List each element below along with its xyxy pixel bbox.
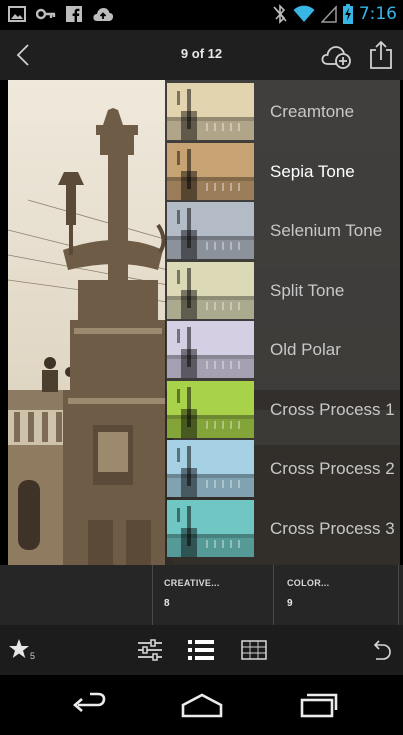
presets-list-icon[interactable] [188,639,214,661]
rating-count: 5 [30,651,36,661]
preset-thumbnail [167,261,254,319]
preset-list: Creamtone Sepia Tone Selenium Tone Split To… [165,80,400,565]
preset-item[interactable]: Cross Process 2 [165,439,400,498]
category-name: COLOR... [287,578,330,588]
preset-label: Cross Process 2 [270,459,395,478]
wifi-icon [293,5,315,22]
preset-thumbnail [167,142,254,200]
preset-label: Selenium Tone [270,221,383,240]
nav-recents-icon[interactable] [298,692,338,718]
adjustments-icon[interactable] [137,639,163,661]
preset-thumbnail [167,499,254,557]
category-color[interactable]: COLOR... 9 [273,565,398,625]
top-bar: 9 of 12 [0,30,403,80]
system-nav-bar [0,675,403,735]
preset-item[interactable]: Cross Process 1 [165,380,400,439]
preset-thumbnail [167,202,254,259]
preset-item[interactable]: Cross Process 3 [165,499,400,558]
bottom-toolbar: 5 [0,625,403,675]
connection-icon [36,8,56,20]
share-icon[interactable] [368,40,394,70]
preset-item[interactable]: Sepia Tone [165,142,400,201]
crop-icon[interactable] [240,639,268,661]
category-count: 9 [287,598,293,609]
category-divider [398,565,399,625]
cloud-add-icon[interactable] [320,43,352,69]
signal-icon [320,5,337,23]
bluetooth-off-icon [273,4,287,24]
star-icon[interactable] [8,638,30,660]
nav-home-icon[interactable] [180,692,224,718]
preset-item[interactable]: Selenium Tone [165,201,400,260]
preset-label: Old Polar [270,340,341,359]
undo-icon[interactable] [370,639,392,661]
battery-charging-icon [342,4,353,24]
preset-thumbnail [167,321,254,378]
preset-thumbnail [167,380,254,438]
preset-label: Cross Process 1 [270,399,395,419]
cloud-upload-icon [93,8,114,21]
preset-label: Creamtone [270,102,355,121]
preset-label: Cross Process 3 [270,518,395,538]
preset-thumbnail [167,440,254,497]
status-bar: 7:16 [0,0,403,30]
image-icon [8,6,26,22]
preset-item[interactable]: Split Tone [165,261,400,320]
preset-label: Split Tone [270,280,345,300]
category-count: 8 [164,598,170,609]
preset-item[interactable]: Old Polar [165,320,400,379]
category-bar: CREATIVE... 8 COLOR... 9 [0,565,403,625]
clock: 7:16 [358,4,397,24]
preset-label: Sepia Tone [270,161,355,181]
nav-back-icon[interactable] [68,692,108,718]
facebook-icon [66,6,82,22]
category-creative[interactable]: CREATIVE... 8 [152,565,273,625]
category-name: CREATIVE... [164,578,220,588]
preset-item[interactable]: Creamtone [165,82,400,141]
preset-thumbnail [167,83,254,140]
